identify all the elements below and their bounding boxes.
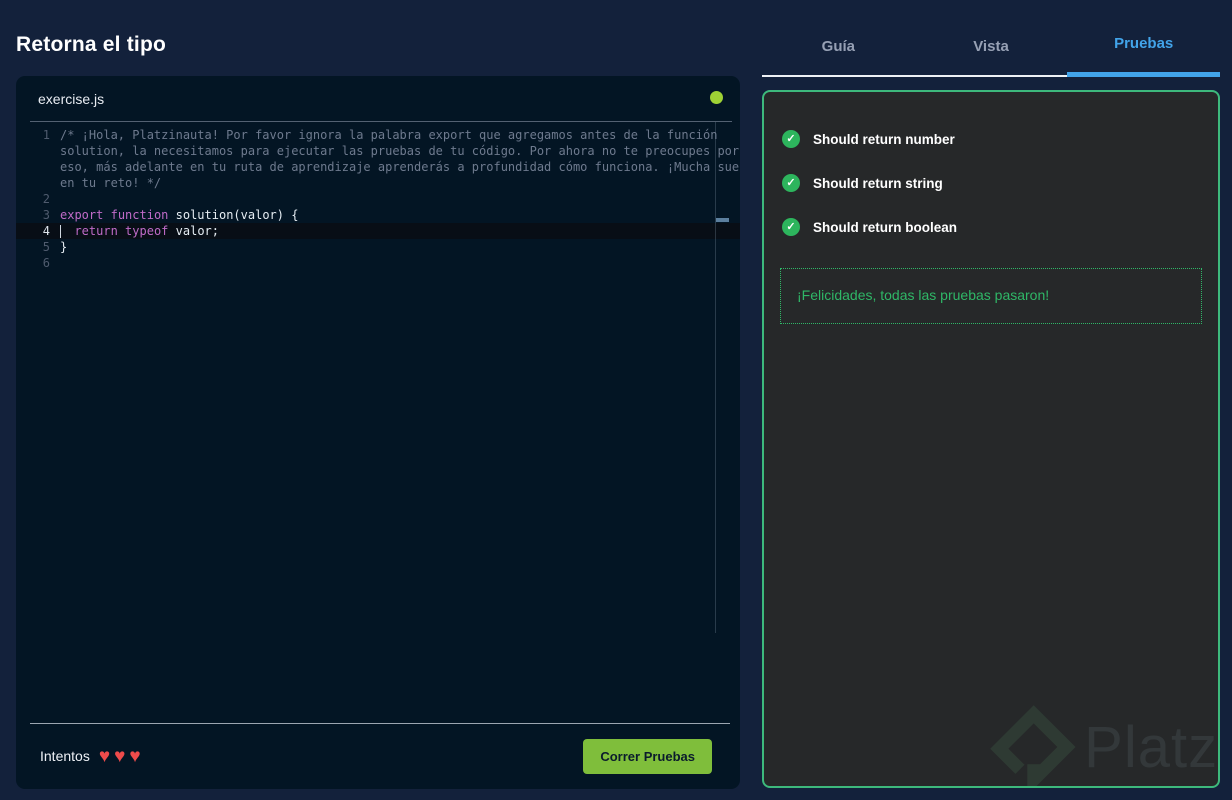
code-line-text: export function solution(valor) { xyxy=(60,208,299,222)
line-number xyxy=(16,159,60,175)
code-line[interactable]: 1 /* ¡Hola, Platzinauta! Por favor ignora… xyxy=(16,127,740,143)
line-number: 3 xyxy=(42,208,50,222)
test-result-item: ✓ Should return number xyxy=(782,130,1202,148)
tab-bar: Guía Vista Pruebas xyxy=(762,0,1221,77)
line-number: 1 xyxy=(42,128,50,142)
code-line[interactable]: eso, más adelante en tu ruta de aprendiz… xyxy=(16,159,740,175)
tab-vista[interactable]: Vista xyxy=(914,0,1068,77)
attempts-label: Intentos xyxy=(40,748,90,764)
test-label: Should return boolean xyxy=(813,219,957,235)
check-circle-icon: ✓ xyxy=(782,130,800,148)
success-message-box: ¡Felicidades, todas las pruebas pasaron! xyxy=(780,268,1202,324)
test-results-panel: ✓ Should return number ✓ Should return stri… xyxy=(762,90,1220,788)
editor-scrollbar-thumb[interactable] xyxy=(716,218,729,222)
platzi-watermark: Platzi xyxy=(986,704,1220,786)
right-pane: Guía Vista Pruebas ✓ Should return number… xyxy=(762,0,1221,800)
code-line[interactable]: 2 xyxy=(16,191,740,207)
code-line-text: } xyxy=(60,240,68,254)
attempts-indicator: Intentos ♥ ♥ ♥ xyxy=(40,747,141,766)
line-number: 2 xyxy=(42,192,50,206)
code-line[interactable]: 6 xyxy=(16,255,740,271)
code-line[interactable]: 3 export function solution(valor) { xyxy=(16,207,740,223)
saved-status-dot-icon xyxy=(710,91,723,104)
run-tests-button[interactable]: Correr Pruebas xyxy=(583,738,712,774)
code-line-text: solution, la necesitamos para ejecutar l… xyxy=(60,144,740,158)
test-label: Should return string xyxy=(813,175,943,191)
platzi-watermark-text: Platzi xyxy=(1084,714,1220,780)
editor-filename-tab[interactable]: exercise.js xyxy=(38,91,104,107)
line-number xyxy=(16,175,60,191)
code-editor-card: exercise.js 1 /* ¡Hola, Platzinauta! Por … xyxy=(16,76,740,789)
editor-scrollbar-track xyxy=(715,122,716,633)
page-title: Retorna el tipo xyxy=(16,33,167,56)
code-line-text: return typeof valor; xyxy=(60,223,740,239)
tab-guia[interactable]: Guía xyxy=(762,0,915,77)
test-result-item: ✓ Should return string xyxy=(782,174,1202,192)
test-label: Should return number xyxy=(813,131,955,147)
heart-icon: ♥ xyxy=(129,745,141,767)
code-line-text: eso, más adelante en tu ruta de aprendiz… xyxy=(60,160,740,174)
success-message: ¡Felicidades, todas las pruebas pasaron! xyxy=(797,287,1050,303)
tab-pruebas[interactable]: Pruebas xyxy=(1067,0,1221,77)
line-number: 4 xyxy=(42,224,50,238)
check-circle-icon: ✓ xyxy=(782,218,800,236)
code-line-text: /* ¡Hola, Platzinauta! Por favor ignora … xyxy=(60,128,718,142)
code-line[interactable]: solution, la necesitamos para ejecutar l… xyxy=(16,143,740,159)
code-line[interactable]: 4 return typeof valor; xyxy=(16,223,740,239)
test-list: ✓ Should return number ✓ Should return stri… xyxy=(780,130,1202,236)
heart-icon: ♥ xyxy=(114,745,126,767)
code-line-text: en tu reto! */ xyxy=(60,176,162,190)
line-number xyxy=(16,143,60,159)
editor-header: exercise.js xyxy=(16,76,740,122)
line-number: 5 xyxy=(42,240,50,254)
code-editor-area[interactable]: 1 /* ¡Hola, Platzinauta! Por favor ignora… xyxy=(16,122,740,723)
check-circle-icon: ✓ xyxy=(782,174,800,192)
code-line[interactable]: en tu reto! */ xyxy=(16,175,740,191)
test-result-item: ✓ Should return boolean xyxy=(782,218,1202,236)
code-line[interactable]: 5} xyxy=(16,239,740,255)
attempts-hearts: ♥ ♥ ♥ xyxy=(99,747,141,766)
platzi-logo-icon xyxy=(990,705,1076,786)
editor-footer: Intentos ♥ ♥ ♥ Correr Pruebas xyxy=(16,723,740,789)
heart-icon: ♥ xyxy=(98,745,111,767)
line-number: 6 xyxy=(42,256,50,270)
